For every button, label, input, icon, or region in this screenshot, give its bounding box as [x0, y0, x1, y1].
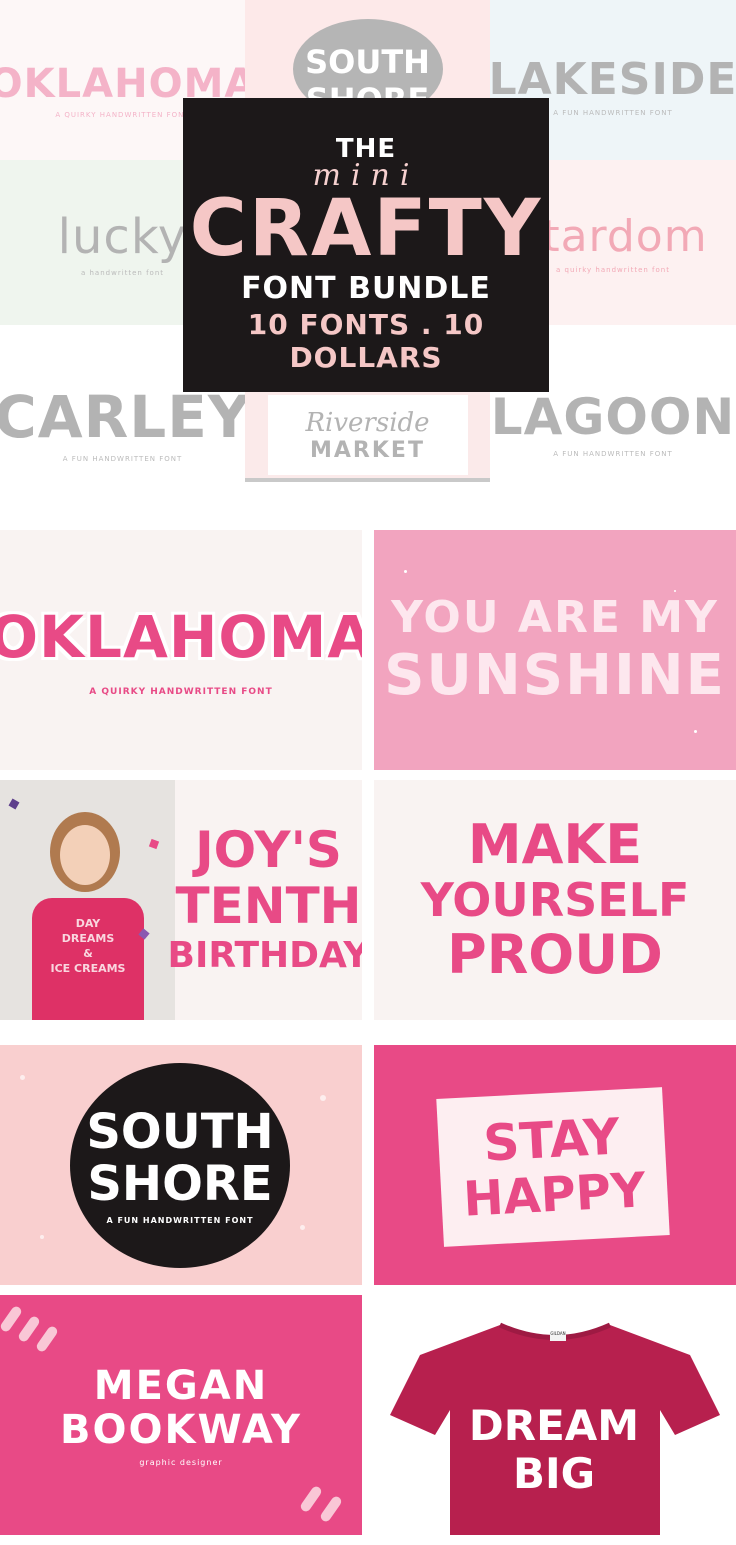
font-collage: OKLAHOMA A QUIRKY HANDWRITTEN FONT SOUTH…	[0, 0, 736, 500]
panel-line2: SUNSHINE	[384, 643, 726, 708]
panel-line1: JOY'S	[195, 821, 342, 879]
panel-line1: YOU ARE MY	[391, 592, 719, 643]
shirt-tag: GILDAN	[550, 1331, 566, 1341]
panel-line1: STAY	[481, 1107, 622, 1173]
panel-line2: BOOKWAY	[60, 1406, 302, 1453]
panel-line1: DREAM	[468, 1401, 640, 1450]
panel-subtitle: A QUIRKY HANDWRITTEN FONT	[89, 687, 273, 697]
shirt-text: ICE CREAMS	[50, 962, 126, 975]
tile-subtitle: A FUN HANDWRITTEN FONT	[553, 449, 673, 458]
panel-proud: MAKE YOURSELF PROUD	[374, 780, 736, 1020]
panel-oklahoma: OKLAHOMA A QUIRKY HANDWRITTEN FONT	[0, 530, 362, 770]
panel-line1: SOUTH	[86, 1104, 274, 1160]
panel-line1: MEGAN	[93, 1362, 269, 1409]
panel-line2: HAPPY	[461, 1162, 648, 1228]
panel-line3: PROUD	[447, 923, 663, 986]
panel-megan: MEGAN BOOKWAY graphic designer	[0, 1295, 362, 1535]
panel-line1: MAKE	[467, 813, 643, 876]
shirt-text: DAY	[75, 917, 101, 930]
panel-southshore: SOUTH SHORE A FUN HANDWRITTEN FONT	[0, 1045, 362, 1285]
tile-subtitle: a quirky handwritten font	[556, 266, 670, 274]
panel-line2: SHORE	[87, 1156, 273, 1212]
panel-stayhappy: STAY HAPPY	[374, 1045, 736, 1285]
black-circle: SOUTH SHORE A FUN HANDWRITTEN FONT	[70, 1063, 290, 1268]
panel-joys: DAY DREAMS & ICE CREAMS JOY'S TENTH BIRT…	[0, 780, 362, 1020]
hero-bundle: FONT BUNDLE	[241, 271, 491, 306]
face	[60, 825, 110, 885]
bundle-hero: THE mini CRAFTY FONT BUNDLE 10 FONTS . 1…	[183, 98, 549, 392]
tank-top: DAY DREAMS & ICE CREAMS	[32, 898, 144, 1020]
circle-badge: SOUTH SHORE	[292, 19, 443, 98]
panel-title: OKLAHOMA	[0, 603, 362, 671]
panel-line2: BIG	[512, 1449, 596, 1498]
panel-subtitle: A FUN HANDWRITTEN FONT	[106, 1216, 254, 1225]
tile-title: Riverside	[305, 407, 430, 438]
tile-southshore: SOUTH SHORE	[245, 0, 490, 98]
tile-subtitle: A FUN HANDWRITTEN FONT	[553, 108, 673, 117]
shirt-text: DREAMS	[61, 932, 115, 945]
hero-crafty: CRAFTY	[189, 184, 543, 274]
shirt-text: &	[83, 947, 93, 960]
panel-line3: BIRTHDAY	[167, 935, 363, 976]
dreambig-text: DREAM BIG	[464, 1385, 644, 1515]
tile-subtitle: a handwritten font	[80, 268, 165, 277]
tile-subtitle: MARKET	[310, 437, 425, 463]
tile-subtitle: A FUN HANDWRITTEN FONT	[62, 454, 183, 463]
hero-price: 10 FONTS . 10 DOLLARS	[247, 308, 485, 374]
tile-riverside: Riverside MARKET	[245, 392, 490, 482]
tile-title: SOUTH SHORE	[305, 43, 430, 98]
panel-subtitle: graphic designer	[139, 1457, 223, 1467]
panel-line2: TENTH	[175, 877, 362, 935]
note-card: STAY HAPPY	[436, 1087, 670, 1247]
tile-title: lucky	[57, 208, 188, 265]
tile-title: LAKESIDE	[490, 53, 736, 105]
shirt-tag-text: GILDAN	[550, 1331, 566, 1336]
panel-line2: YOURSELF	[420, 873, 690, 927]
panel-sunshine: YOU ARE MY SUNSHINE	[374, 530, 736, 770]
panel-dreambig: GILDAN DREAM BIG	[374, 1295, 736, 1535]
tile-title: LAGOON	[490, 387, 736, 446]
girl-photo: DAY DREAMS & ICE CREAMS	[0, 780, 175, 1020]
joys-text: JOY'S TENTH BIRTHDAY	[168, 780, 363, 1020]
tile-subtitle: A QUIRKY HANDWRITTEN FONT	[55, 111, 190, 119]
tile-title: CARLEY	[0, 382, 245, 451]
